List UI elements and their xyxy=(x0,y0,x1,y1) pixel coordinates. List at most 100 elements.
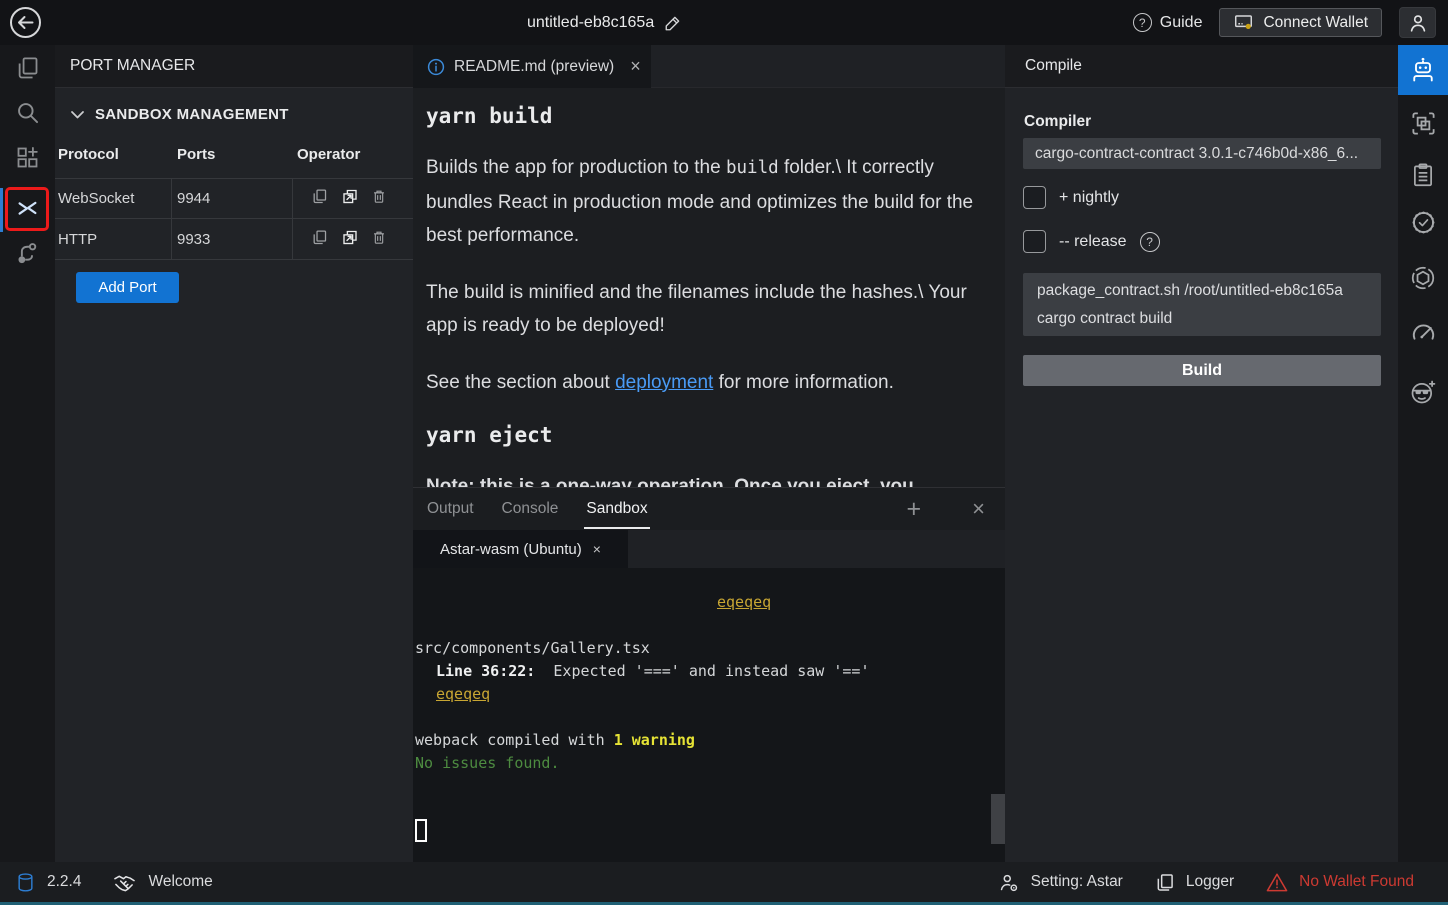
release-checkbox[interactable] xyxy=(1023,230,1046,253)
guide-button[interactable]: ? Guide xyxy=(1133,13,1203,32)
command-line: package_contract.sh /root/untitled-eb8c1… xyxy=(1037,277,1367,305)
paragraph-minified: The build is minified and the filenames … xyxy=(426,276,975,343)
eslint-rule-link[interactable]: eqeqeq xyxy=(436,685,490,703)
eslint-rule-link[interactable]: eqeqeq xyxy=(717,593,771,611)
port-row-actions xyxy=(311,187,388,206)
copy-icon[interactable] xyxy=(311,228,328,247)
ai-assistant-button[interactable] xyxy=(1398,45,1448,95)
delete-icon[interactable] xyxy=(371,187,388,206)
port-row-protocol: HTTP xyxy=(58,231,97,248)
compile-title: Compile xyxy=(1025,57,1082,75)
scan-button[interactable] xyxy=(1398,98,1448,148)
logs-icon xyxy=(1155,872,1175,893)
paragraph-deployment: See the section about deployment for mor… xyxy=(426,366,975,400)
panel-tab-bar: Output Console Sandbox + × xyxy=(413,488,1005,530)
app-window: untitled-eb8c165a ? Guide xyxy=(0,0,1448,905)
cool-face-icon xyxy=(1409,378,1437,406)
clipboard-icon xyxy=(1410,162,1436,188)
top-right-group: ? Guide Connect Wallet xyxy=(1133,0,1436,45)
table-divider xyxy=(292,178,293,259)
gauge-icon xyxy=(1410,319,1437,346)
checklist-button[interactable] xyxy=(1398,150,1448,200)
search-icon xyxy=(14,99,41,126)
release-label: -- release xyxy=(1059,233,1127,251)
compiler-select[interactable]: cargo-contract-contract 3.0.1-c746b0d-x8… xyxy=(1023,138,1381,169)
nightly-checkbox[interactable] xyxy=(1023,186,1046,209)
close-panel-icon[interactable]: × xyxy=(972,499,985,519)
tab-output[interactable]: Output xyxy=(427,490,474,528)
tab-sandbox[interactable]: Sandbox xyxy=(586,490,647,528)
fun-mode-button[interactable] xyxy=(1398,367,1448,417)
release-option: -- release ? xyxy=(1023,230,1160,253)
port-row-port: 9944 xyxy=(177,190,210,207)
open-external-icon[interactable] xyxy=(341,187,358,206)
wallet-icon xyxy=(1233,13,1254,32)
terminal-warning-line: Line 36:22: Expected '===' and instead s… xyxy=(413,660,1005,683)
terminal-file-line: src/components/Gallery.tsx xyxy=(413,637,1005,660)
release-help-icon[interactable]: ? xyxy=(1140,232,1160,252)
terminal-scrollbar[interactable] xyxy=(991,794,1005,844)
welcome-button[interactable]: Welcome xyxy=(148,873,212,891)
arrow-left-icon xyxy=(9,6,42,39)
search-button[interactable] xyxy=(14,99,41,126)
terminal[interactable]: eqeqeq src/components/Gallery.tsx Line 3… xyxy=(413,568,1005,862)
heading-yarn-build: yarn build xyxy=(426,104,975,128)
robot-icon xyxy=(1409,56,1437,84)
deploy-graph-button[interactable] xyxy=(14,240,41,267)
col-header-operator: Operator xyxy=(297,146,360,163)
version-label[interactable]: 2.2.4 xyxy=(47,873,81,891)
section-title: SANDBOX MANAGEMENT xyxy=(95,106,289,123)
compile-header: Compile xyxy=(1005,45,1398,88)
open-external-icon[interactable] xyxy=(341,228,358,247)
sandbox-management-section[interactable]: SANDBOX MANAGEMENT xyxy=(70,106,289,123)
copy-icon[interactable] xyxy=(311,187,328,206)
edit-title-icon[interactable] xyxy=(664,14,682,32)
info-icon xyxy=(427,58,445,76)
git-branch-icon xyxy=(14,240,41,267)
guide-label: Guide xyxy=(1160,14,1203,32)
deployment-link[interactable]: deployment xyxy=(615,372,713,393)
active-item-indicator xyxy=(0,188,3,232)
setting-label: Setting: Astar xyxy=(1031,873,1123,891)
paragraph-note: Note: this is a one-way operation. Once … xyxy=(426,470,975,487)
sandbox-apps-button[interactable] xyxy=(14,144,41,171)
explorer-button[interactable] xyxy=(14,55,41,82)
sandbox-session-tab[interactable]: Astar-wasm (Ubuntu) × xyxy=(413,530,628,568)
new-session-icon[interactable]: + xyxy=(907,499,922,519)
port-row-actions xyxy=(311,228,388,247)
certification-button[interactable] xyxy=(1398,197,1448,247)
tab-console[interactable]: Console xyxy=(502,490,559,528)
badge-check-icon xyxy=(1410,209,1437,236)
compiler-value: cargo-contract-contract 3.0.1-c746b0d-x8… xyxy=(1035,145,1358,163)
table-divider xyxy=(171,178,172,259)
logger-button[interactable]: Logger xyxy=(1155,872,1234,893)
warning-icon xyxy=(1266,872,1288,892)
add-port-button[interactable]: Add Port xyxy=(76,272,179,303)
no-wallet-warning[interactable]: No Wallet Found xyxy=(1266,872,1414,892)
handshake-icon xyxy=(113,872,136,893)
gas-meter-button[interactable] xyxy=(1398,307,1448,357)
setting-button[interactable]: Setting: Astar xyxy=(998,872,1123,893)
account-button[interactable] xyxy=(1399,7,1436,38)
scan-icon xyxy=(1410,110,1437,137)
compiler-label: Compiler xyxy=(1024,113,1091,131)
database-icon xyxy=(16,872,35,893)
account-settings-icon xyxy=(998,872,1020,893)
sandbox-apps-icon xyxy=(14,144,41,171)
readme-tab[interactable]: README.md (preview) × xyxy=(413,45,651,88)
table-divider xyxy=(55,218,413,219)
editor-area: README.md (preview) × yarn build Builds … xyxy=(413,45,1005,862)
delete-icon[interactable] xyxy=(371,228,388,247)
col-header-ports: Ports xyxy=(177,146,215,163)
markdown-preview: yarn build Builds the app for production… xyxy=(413,88,1005,487)
connect-wallet-button[interactable]: Connect Wallet xyxy=(1219,8,1382,37)
build-command-box[interactable]: package_contract.sh /root/untitled-eb8c1… xyxy=(1023,273,1381,336)
build-button[interactable]: Build xyxy=(1023,355,1381,386)
left-activity-bar xyxy=(0,45,55,862)
terminal-webpack-line: webpack compiled with 1 warning xyxy=(413,729,1005,752)
nightly-label: + nightly xyxy=(1059,189,1119,207)
close-session-icon[interactable]: × xyxy=(593,541,601,557)
close-tab-icon[interactable]: × xyxy=(630,56,641,77)
chatgpt-button[interactable] xyxy=(1398,253,1448,303)
back-button[interactable] xyxy=(9,6,42,39)
